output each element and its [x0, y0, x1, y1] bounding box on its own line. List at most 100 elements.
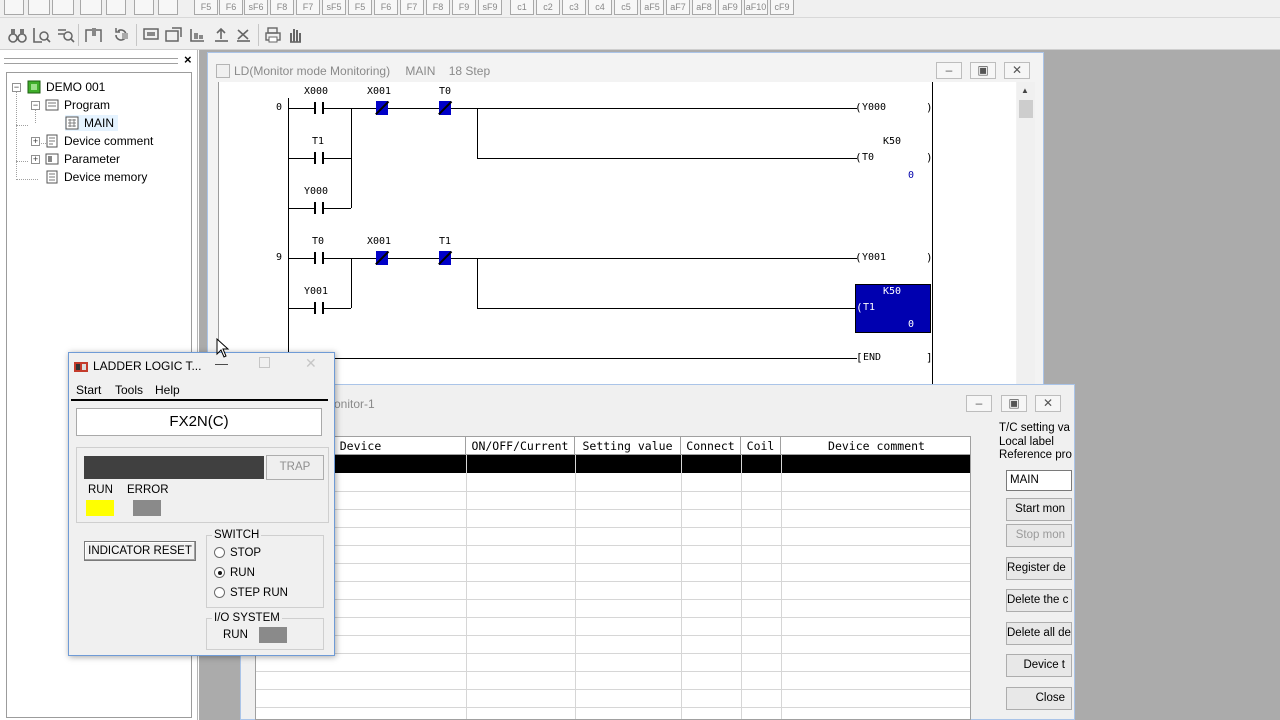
monitor-write-icon[interactable] — [164, 26, 183, 44]
toolbar-key-button[interactable]: F9 — [452, 0, 476, 15]
tree-item-device-comment[interactable]: Device comment — [45, 133, 153, 149]
toolbar-icon-error[interactable] — [52, 0, 74, 15]
toolbar-key-button[interactable]: F5 — [348, 0, 372, 15]
radio-run-label[interactable]: RUN — [230, 567, 255, 579]
hand-icon[interactable] — [286, 26, 305, 44]
menu-tools[interactable]: Tools — [115, 383, 143, 397]
selected-timer-coil-t1[interactable]: K50 ( T1 0 — [855, 284, 931, 333]
menu-start[interactable]: Start — [76, 383, 101, 397]
close-button[interactable]: ✕ — [1035, 395, 1061, 412]
toolbar-key-button[interactable]: F7 — [400, 0, 424, 15]
close-icon[interactable]: × — [184, 52, 192, 67]
expand-root-icon[interactable]: − — [12, 83, 21, 92]
scroll-up-icon[interactable]: ▲ — [1021, 86, 1029, 95]
toolbar-key-button[interactable]: c3 — [562, 0, 586, 15]
toolbar-key-button[interactable]: c4 — [588, 0, 612, 15]
toolbar-icon-1[interactable] — [4, 0, 24, 15]
minimize-button[interactable]: ‒ — [966, 395, 992, 412]
toolbar-key-button[interactable]: aF10 — [744, 0, 768, 15]
toolbar-key-button[interactable]: F6 — [374, 0, 398, 15]
toolbar-key-button[interactable]: sF9 — [478, 0, 502, 15]
radio-run[interactable] — [214, 567, 225, 578]
expand-program-icon[interactable]: − — [31, 101, 40, 110]
no-contact-y001[interactable] — [314, 302, 316, 314]
ladder-window-title[interactable]: LD(Monitor mode Monitoring) MAIN 18 Step — [216, 61, 1036, 83]
toolbar-icon-4[interactable] — [80, 0, 102, 15]
ladder-scrollbar[interactable]: ▲ — [1017, 82, 1035, 384]
scroll-thumb[interactable] — [1019, 100, 1033, 118]
find-instruction-icon[interactable] — [56, 26, 75, 44]
binoculars-icon[interactable] — [8, 26, 27, 44]
toolbar-key-button[interactable]: F8 — [270, 0, 294, 15]
tree-item-parameter[interactable]: Parameter — [45, 151, 120, 167]
no-contact-x000[interactable] — [314, 102, 316, 114]
reference-program-field[interactable]: MAIN — [1006, 470, 1072, 491]
tree-item-main[interactable]: MAIN — [65, 115, 118, 131]
device-table[interactable]: Device ON/OFF/Current Setting value Conn… — [255, 436, 971, 720]
toolbar-key-button[interactable]: aF7 — [666, 0, 690, 15]
selected-row[interactable] — [256, 455, 970, 473]
find-device-icon[interactable] — [32, 26, 51, 44]
trap-button[interactable]: TRAP — [266, 455, 324, 480]
read-plc-icon[interactable] — [188, 26, 207, 44]
toolbar-icon-6[interactable] — [134, 0, 154, 15]
window-title[interactable]: LADDER LOGIC T... — [93, 359, 201, 373]
toolbar-key-button[interactable]: cF9 — [770, 0, 794, 15]
menu-help[interactable]: Help — [155, 383, 180, 397]
close-button[interactable]: ✕ — [305, 355, 317, 372]
toolbar-key-button[interactable]: F6 — [219, 0, 243, 15]
start-monitor-button[interactable]: Start mon — [1006, 498, 1072, 521]
close-monitor-button[interactable]: Close — [1006, 687, 1072, 710]
write-plc-icon[interactable] — [212, 26, 231, 44]
column-coil[interactable]: Coil — [741, 437, 781, 455]
nc-contact-x001[interactable] — [376, 101, 388, 115]
stop-monitor-button[interactable]: Stop mon — [1006, 524, 1072, 547]
monitor-window-title[interactable]: onitor-1 — [334, 397, 375, 411]
no-contact-t1[interactable] — [314, 152, 316, 164]
nc-contact-t1[interactable] — [439, 251, 451, 265]
toolbar-key-button[interactable]: sF5 — [322, 0, 346, 15]
close-button[interactable]: ✕ — [1004, 62, 1030, 79]
expand-parameter-icon[interactable]: + — [31, 155, 40, 164]
expand-device-comment-icon[interactable]: + — [31, 137, 40, 146]
maximize-button[interactable]: ▣ — [1001, 395, 1027, 412]
verify-icon[interactable] — [234, 26, 253, 44]
radio-stop[interactable] — [214, 547, 225, 558]
pane-grip[interactable] — [4, 58, 178, 64]
toolbar-key-button[interactable]: aF9 — [718, 0, 742, 15]
toolbar-key-button[interactable]: aF8 — [692, 0, 716, 15]
toolbar-key-button[interactable]: F8 — [426, 0, 450, 15]
toolbar-key-button[interactable]: F5 — [194, 0, 218, 15]
tree-item-root[interactable]: DEMO 001 — [27, 79, 105, 95]
column-on-off-current[interactable]: ON/OFF/Current — [466, 437, 575, 455]
ladder-diagram[interactable] — [218, 82, 1016, 384]
minimize-button[interactable]: ‒ — [936, 62, 962, 79]
toolbar-key-button[interactable]: sF6 — [244, 0, 268, 15]
radio-step-run-label[interactable]: STEP RUN — [230, 587, 288, 599]
toolbar-icon-5[interactable] — [106, 0, 126, 15]
nc-contact-t0[interactable] — [439, 101, 451, 115]
toolbar-key-button[interactable]: F7 — [296, 0, 320, 15]
column-connect[interactable]: Connect — [681, 437, 741, 455]
register-devices-button[interactable]: Register de — [1006, 557, 1072, 580]
column-setting-value[interactable]: Setting value — [575, 437, 681, 455]
monitor-icon[interactable] — [142, 26, 161, 44]
no-contact-y000[interactable] — [314, 202, 316, 214]
refresh-icon[interactable] — [112, 26, 131, 44]
toolbar-icon-7[interactable] — [158, 0, 178, 15]
device-test-button[interactable]: Device t — [1006, 654, 1072, 677]
contact-icon[interactable] — [84, 26, 103, 44]
toolbar-key-button[interactable]: aF5 — [640, 0, 664, 15]
indicator-reset-button[interactable]: INDICATOR RESET — [84, 541, 196, 561]
radio-step-run[interactable] — [214, 587, 225, 598]
no-contact-t0[interactable] — [314, 252, 316, 264]
radio-stop-label[interactable]: STOP — [230, 547, 261, 559]
toolbar-icon-2[interactable] — [28, 0, 50, 15]
tree-item-program[interactable]: Program — [45, 97, 110, 113]
toolbar-key-button[interactable]: c1 — [510, 0, 534, 15]
column-device-comment[interactable]: Device comment — [781, 437, 970, 455]
tree-item-device-memory[interactable]: Device memory — [45, 169, 147, 185]
delete-device-button[interactable]: Delete the c — [1006, 589, 1072, 612]
nc-contact-x001-r2[interactable] — [376, 251, 388, 265]
toolbar-key-button[interactable]: c2 — [536, 0, 560, 15]
